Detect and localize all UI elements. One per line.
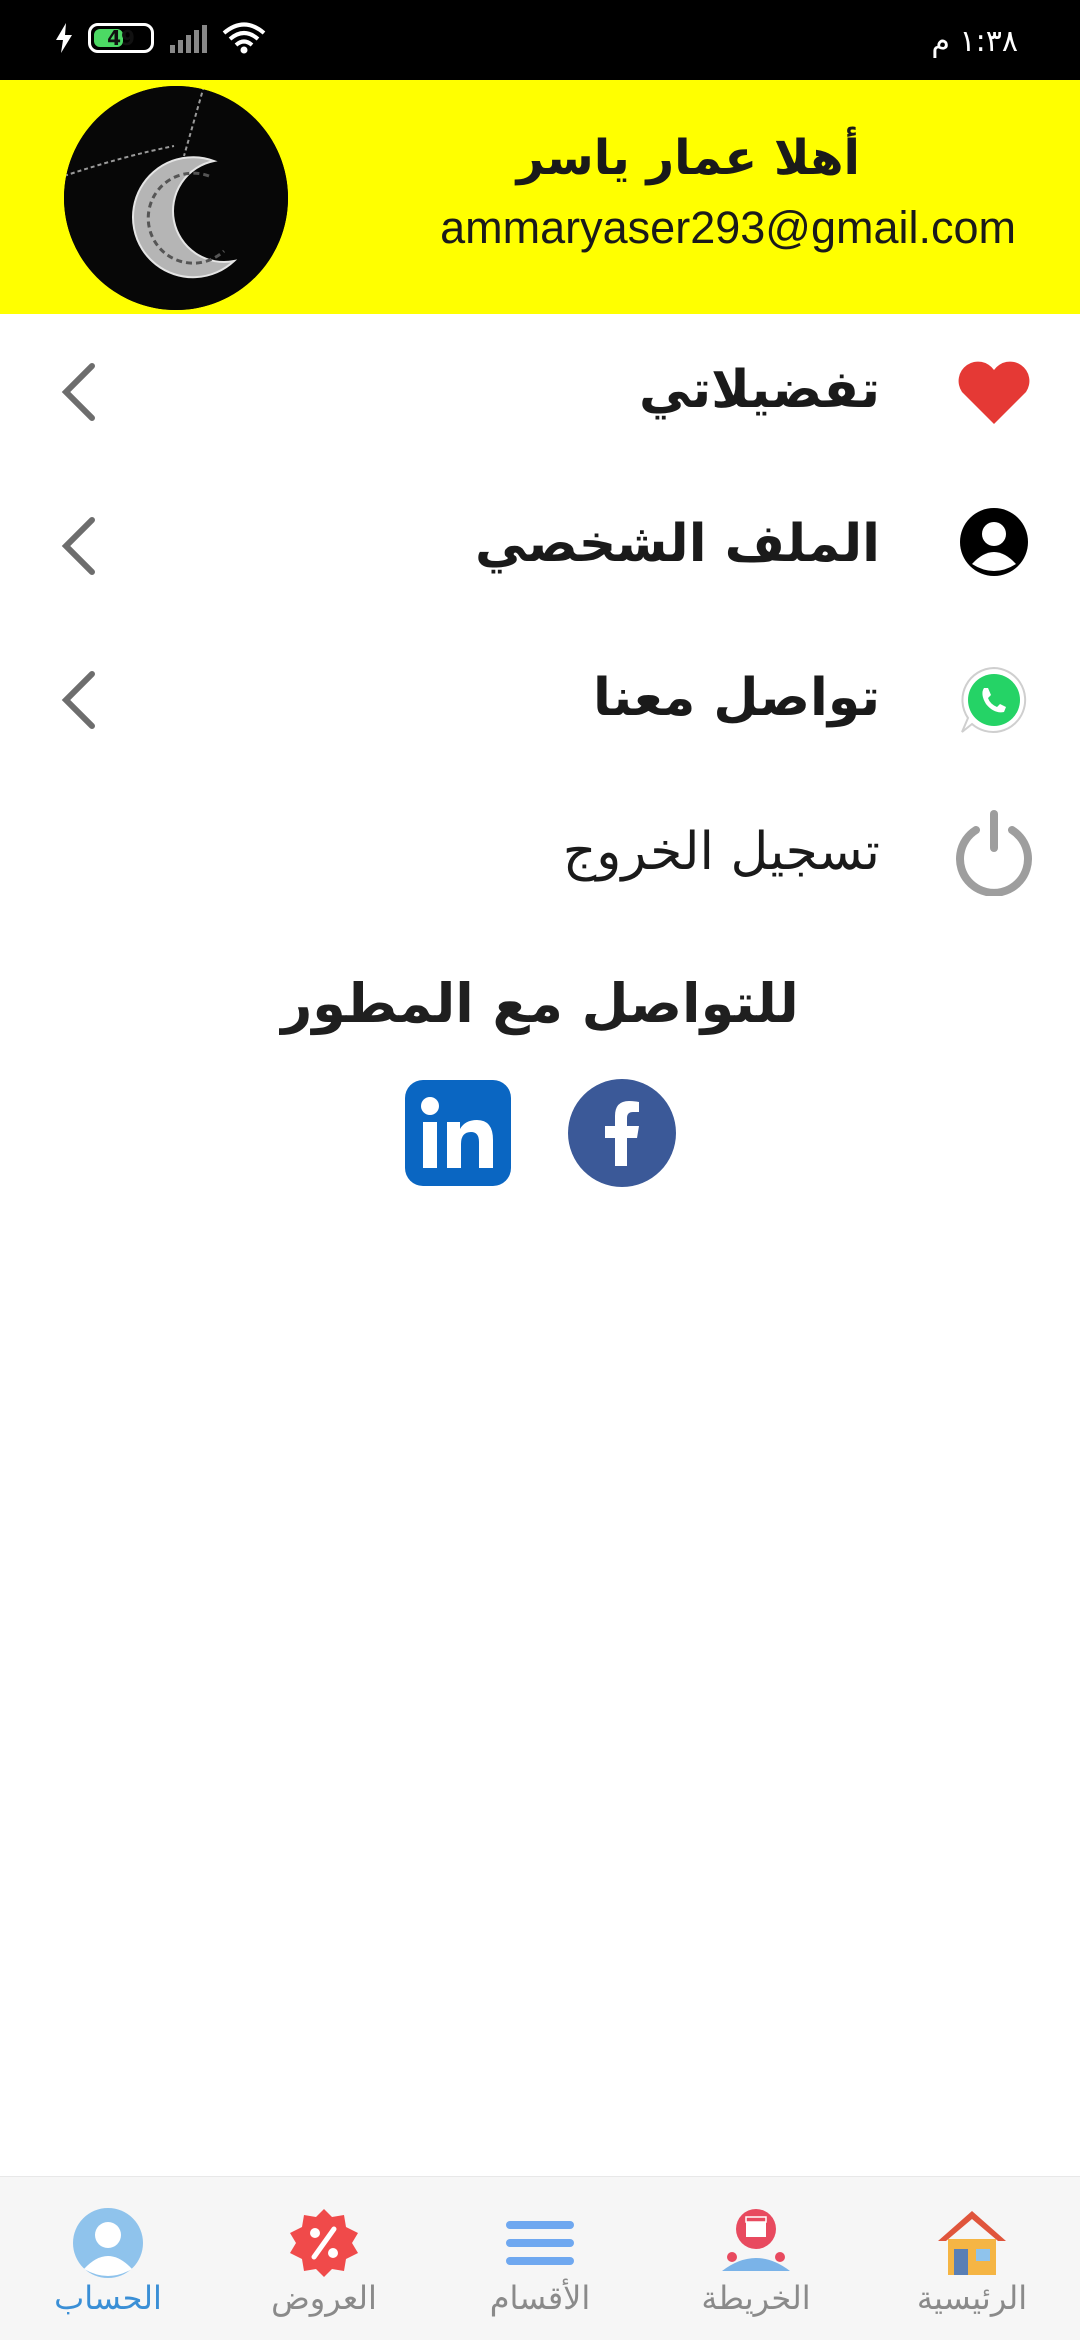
nav-item-map[interactable]: الخريطة	[666, 2177, 846, 2341]
map-store-icon	[718, 2205, 794, 2281]
greeting-text: أهلا عمار ياسر	[516, 130, 860, 186]
user-circle-icon	[948, 496, 1040, 588]
avatar[interactable]	[64, 86, 288, 310]
home-icon	[934, 2205, 1010, 2281]
menu-item-favorites[interactable]: تفضيلاتي	[0, 322, 1080, 462]
nav-item-home[interactable]: الرئيسية	[882, 2177, 1062, 2341]
nav-label-map: الخريطة	[701, 2279, 811, 2317]
offers-percent-icon	[286, 2205, 362, 2281]
menu-item-profile[interactable]: الملف الشخصي	[0, 476, 1080, 616]
menu-item-contact[interactable]: تواصل معنا	[0, 630, 1080, 770]
battery-indicator: 49	[88, 23, 154, 53]
menu-lines-icon	[502, 2205, 578, 2281]
heart-icon	[948, 346, 1040, 438]
menu-label-favorites: تفضيلاتي	[638, 360, 880, 420]
chevron-left-icon	[61, 671, 95, 729]
menu-label-logout: تسجيل الخروج	[562, 822, 880, 882]
nav-item-categories[interactable]: الأقسام	[450, 2177, 630, 2341]
linkedin-icon[interactable]	[403, 1078, 513, 1188]
chevron-left-icon	[61, 363, 95, 421]
menu-label-profile: الملف الشخصي	[474, 514, 880, 574]
facebook-icon[interactable]	[567, 1078, 677, 1188]
user-email: ammaryaser293@gmail.com	[440, 202, 1016, 253]
battery-level: 49	[107, 26, 135, 50]
developer-contact-title: للتواصل مع المطور	[281, 972, 799, 1035]
nav-label-offers: العروض	[271, 2279, 377, 2317]
charging-icon	[56, 23, 72, 53]
status-time: ١:٣٨ م	[931, 24, 1018, 59]
bottom-navigation: الحساب العروض الأقسام الخريطة الرئيسية	[0, 2176, 1080, 2340]
wifi-icon	[222, 22, 266, 54]
nav-label-account: الحساب	[54, 2279, 162, 2317]
status-icons: 49	[54, 22, 266, 54]
menu-label-contact: تواصل معنا	[592, 668, 880, 728]
menu-item-logout[interactable]: تسجيل الخروج	[0, 784, 1080, 924]
nav-label-categories: الأقسام	[489, 2279, 591, 2317]
power-icon	[948, 806, 1040, 898]
crescent-necklace-image	[64, 86, 288, 310]
chevron-left-icon	[61, 517, 95, 575]
account-icon	[70, 2205, 146, 2281]
nav-label-home: الرئيسية	[916, 2279, 1028, 2317]
status-bar: 49 ١:٣٨ م	[0, 0, 1080, 80]
whatsapp-icon	[948, 654, 1040, 746]
nav-item-account[interactable]: الحساب	[18, 2177, 198, 2341]
signal-icon	[170, 25, 207, 53]
nav-item-offers[interactable]: العروض	[234, 2177, 414, 2341]
